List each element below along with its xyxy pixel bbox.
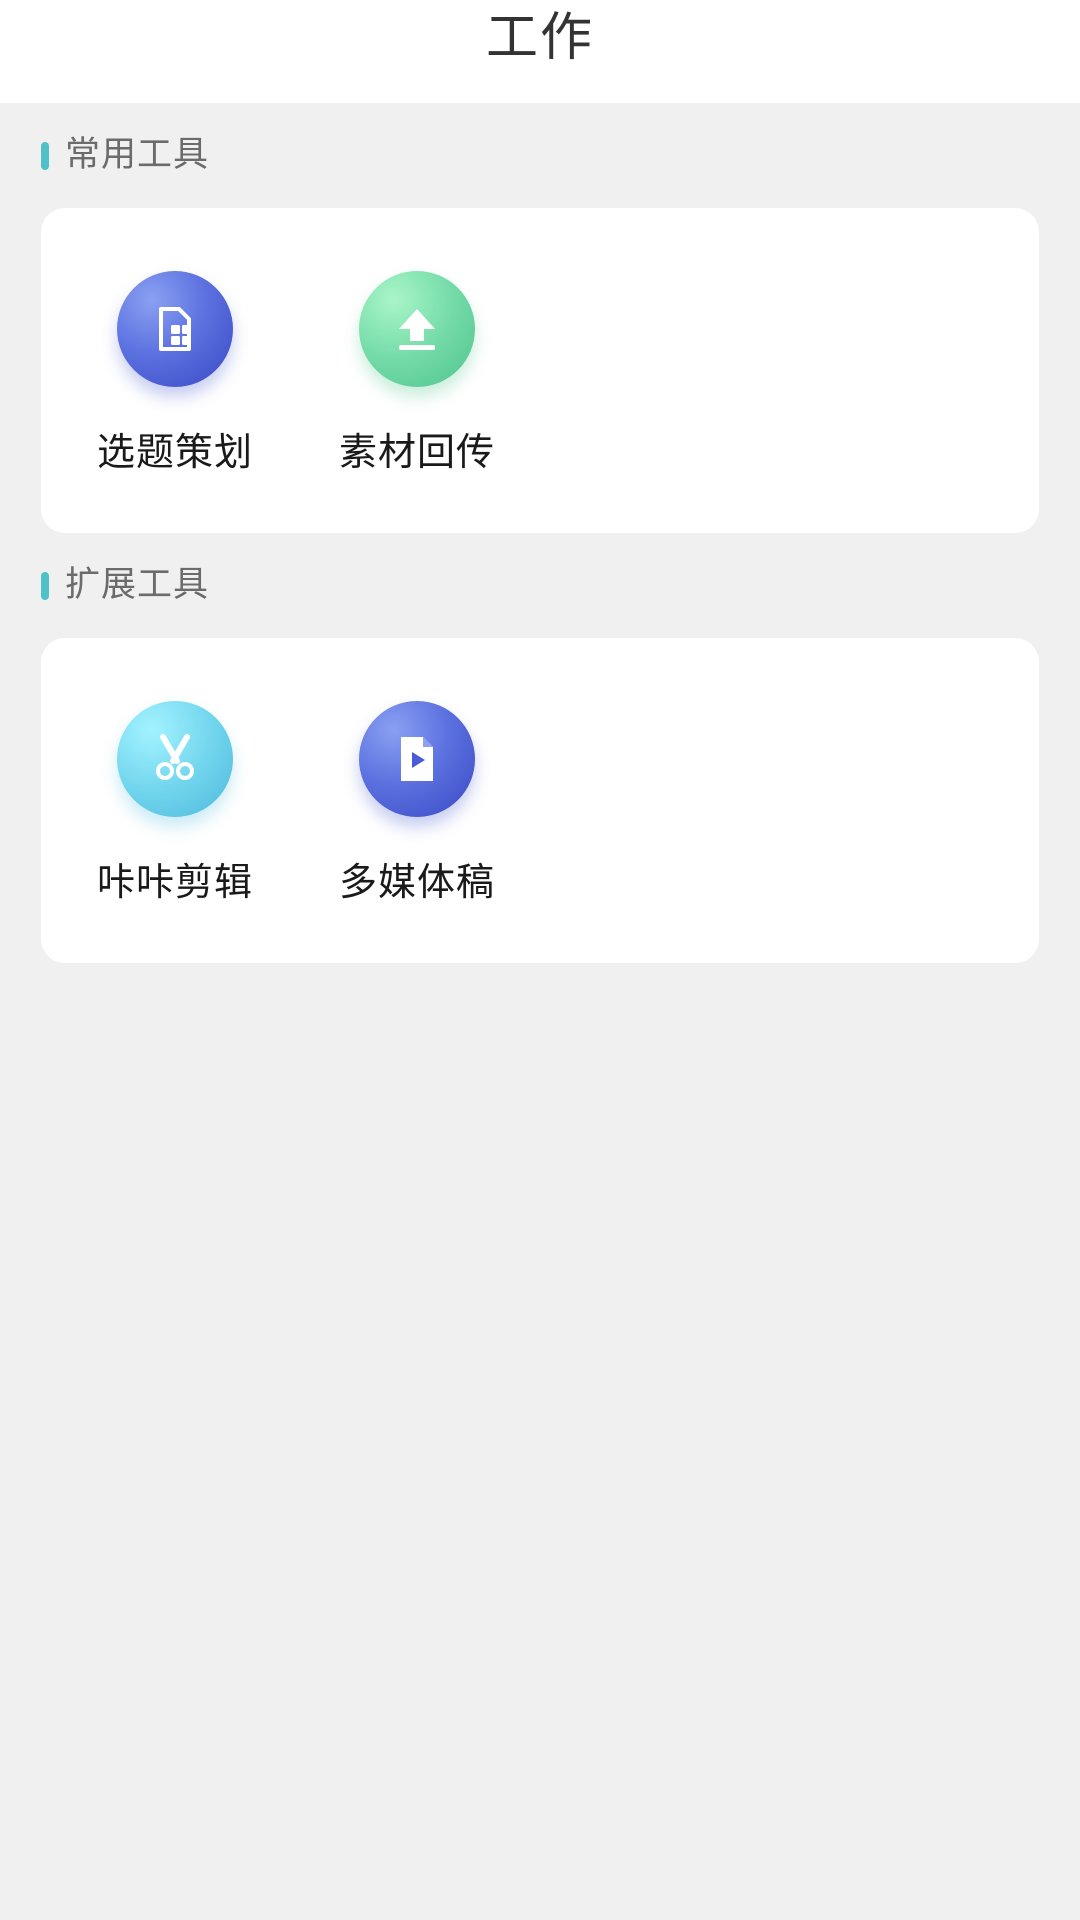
tool-material-upload[interactable]: 素材回传: [317, 208, 517, 533]
common-tools-card: 选题策划 素材回传: [41, 208, 1039, 533]
upload-icon[interactable]: [359, 271, 475, 387]
tool-label: 选题策划: [96, 430, 253, 474]
scissors-icon[interactable]: [117, 701, 233, 817]
section-accent-bar: [41, 142, 49, 170]
tool-multimedia-draft[interactable]: 多媒体稿: [317, 638, 517, 963]
section-title: 常用工具: [65, 135, 210, 175]
tool-label: 素材回传: [338, 430, 495, 474]
page-title: 工作: [485, 8, 594, 68]
section-accent-bar: [41, 572, 49, 600]
tool-label: 多媒体稿: [338, 860, 495, 904]
video-file-icon[interactable]: [359, 701, 475, 817]
tool-label: 咔咔剪辑: [96, 860, 253, 904]
tool-kaka-editing[interactable]: 咔咔剪辑: [75, 638, 275, 963]
extended-tools-card: 咔咔剪辑 多媒体稿: [41, 638, 1039, 963]
top-bar: 工作: [0, 0, 1080, 103]
tool-topic-planning[interactable]: 选题策划: [75, 208, 275, 533]
section-title: 扩展工具: [65, 565, 210, 605]
topic-planning-icon[interactable]: [117, 271, 233, 387]
